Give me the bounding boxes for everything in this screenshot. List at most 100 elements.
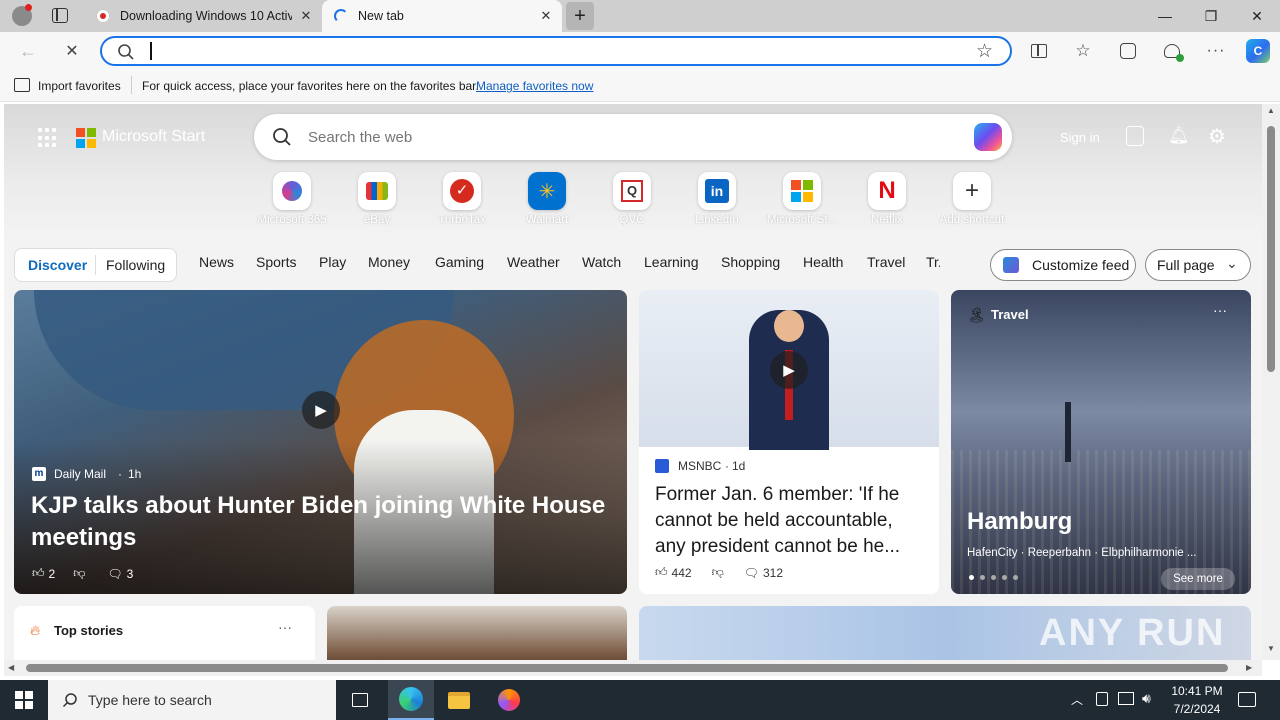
shortcut-microsoft-365[interactable]: Microsoft 365 bbox=[250, 172, 334, 232]
tab-following[interactable]: Following bbox=[106, 257, 165, 273]
file-explorer-icon[interactable] bbox=[436, 680, 482, 720]
rewards-icon[interactable] bbox=[1126, 126, 1144, 146]
clock-date[interactable]: 7/2/2024 bbox=[1170, 702, 1224, 716]
feed-toggle: Discover Following bbox=[14, 248, 177, 282]
favorite-star-icon[interactable]: ☆ bbox=[976, 40, 993, 63]
travel-card[interactable]: 🏝︎ Travel ··· Hamburg HafenCity · Reeper… bbox=[951, 290, 1251, 594]
shortcut-ebay[interactable]: eBay bbox=[335, 172, 419, 232]
brand-name[interactable]: Microsoft Start bbox=[102, 128, 205, 146]
collections-icon[interactable] bbox=[1117, 40, 1139, 62]
favorites-icon[interactable]: ☆ bbox=[1072, 40, 1094, 62]
browser-tab-bar: Downloading Windows 10 Activa ✕ New tab … bbox=[0, 0, 1280, 32]
tab-new-tab[interactable]: New tab ✕ bbox=[322, 0, 562, 32]
profile-avatar-icon[interactable] bbox=[12, 4, 32, 26]
vertical-scrollbar[interactable]: ▲ ▼ bbox=[1262, 104, 1280, 660]
address-input[interactable] bbox=[146, 41, 926, 61]
copilot-icon[interactable]: C bbox=[1246, 39, 1270, 63]
add-shortcut-button[interactable]: + Add shortcut bbox=[930, 172, 1014, 232]
headline[interactable]: KJP talks about Hunter Biden joining Whi… bbox=[31, 490, 611, 554]
shortcut-netflix[interactable]: N Netflix bbox=[845, 172, 929, 232]
comment-count: 312 bbox=[763, 565, 784, 580]
split-screen-icon[interactable] bbox=[1028, 40, 1050, 62]
stop-loading-button[interactable]: ✕ bbox=[61, 40, 83, 62]
play-video-icon[interactable]: ▶ bbox=[302, 391, 340, 429]
network-icon[interactable] bbox=[1118, 692, 1134, 705]
nav-play[interactable]: Play bbox=[319, 254, 346, 270]
action-center-icon[interactable] bbox=[1238, 692, 1256, 707]
edge-taskbar-icon[interactable] bbox=[388, 680, 434, 720]
nav-news[interactable]: News bbox=[199, 254, 234, 270]
notifications-bell-icon[interactable]: 🔔︎ bbox=[1168, 126, 1190, 146]
clock-time[interactable]: 10:41 PM bbox=[1170, 684, 1224, 698]
copilot-icon[interactable] bbox=[974, 123, 1002, 151]
show-hidden-icons-chevron-icon[interactable]: ︿ bbox=[1071, 691, 1083, 708]
new-tab-button[interactable]: + bbox=[566, 2, 594, 30]
close-tab-icon[interactable]: ✕ bbox=[538, 8, 554, 24]
nav-truncated[interactable]: Tr... bbox=[926, 254, 940, 270]
layout-select[interactable]: Full page ⌄ bbox=[1145, 249, 1251, 281]
tab-actions-icon[interactable] bbox=[52, 8, 68, 23]
back-button[interactable]: ← bbox=[17, 40, 39, 62]
taskbar-search-box[interactable]: Type here to search bbox=[48, 680, 336, 720]
close-tab-icon[interactable]: ✕ bbox=[298, 8, 314, 24]
nav-shopping[interactable]: Shopping bbox=[721, 254, 780, 270]
nav-watch[interactable]: Watch bbox=[582, 254, 621, 270]
city-name[interactable]: Hamburg bbox=[967, 508, 1072, 536]
scroll-left-icon[interactable]: ◀ bbox=[8, 663, 14, 672]
scroll-right-icon[interactable]: ▶ bbox=[1246, 663, 1252, 672]
sign-in-link[interactable]: Sign in bbox=[1060, 130, 1100, 145]
nav-gaming[interactable]: Gaming bbox=[435, 254, 484, 270]
volume-icon[interactable]: 🔊︎ bbox=[1142, 690, 1151, 707]
web-search-box[interactable] bbox=[254, 114, 1012, 160]
browser-essentials-icon[interactable] bbox=[1161, 40, 1184, 62]
comment-icon[interactable]: 🗨︎ bbox=[107, 567, 122, 581]
device-icon[interactable] bbox=[1096, 692, 1108, 706]
nav-sports[interactable]: Sports bbox=[256, 254, 296, 270]
task-view-icon[interactable] bbox=[338, 680, 382, 720]
scroll-down-icon[interactable]: ▼ bbox=[1267, 644, 1275, 653]
play-video-icon[interactable]: ▶ bbox=[770, 351, 808, 389]
restore-button[interactable]: ❐ bbox=[1188, 0, 1234, 32]
new-tab-page: Microsoft Start Sign in 🔔︎ ⚙ Microsoft 3… bbox=[4, 104, 1262, 676]
nav-weather[interactable]: Weather bbox=[507, 254, 560, 270]
comment-icon[interactable]: 🗨︎ bbox=[744, 566, 759, 580]
tab-downloading-windows[interactable]: Downloading Windows 10 Activa ✕ bbox=[86, 0, 322, 32]
start-button[interactable] bbox=[0, 680, 48, 720]
headline[interactable]: Former Jan. 6 member: 'If he cannot be h… bbox=[655, 482, 927, 560]
nav-learning[interactable]: Learning bbox=[644, 254, 699, 270]
nav-money[interactable]: Money bbox=[368, 254, 410, 270]
web-search-input[interactable] bbox=[308, 126, 948, 148]
see-more-button[interactable]: See more bbox=[1161, 568, 1235, 590]
nav-health[interactable]: Health bbox=[803, 254, 843, 270]
shortcut-linkedin[interactable]: in LinkedIn bbox=[675, 172, 759, 232]
import-favorites-button[interactable]: Import favorites bbox=[38, 79, 121, 93]
settings-gear-icon[interactable]: ⚙ bbox=[1208, 124, 1226, 149]
shortcut-walmart[interactable]: ✳ Walmart bbox=[505, 172, 589, 232]
app-launcher-icon[interactable] bbox=[38, 128, 58, 148]
address-bar[interactable]: ☆ bbox=[100, 36, 1012, 66]
close-window-button[interactable]: ✕ bbox=[1234, 0, 1280, 32]
scroll-thumb[interactable] bbox=[1267, 126, 1275, 372]
shortcut-turbotax[interactable]: ✓ TurboTax bbox=[420, 172, 504, 232]
scroll-thumb[interactable] bbox=[26, 664, 1228, 672]
more-options-icon[interactable]: ··· bbox=[278, 619, 292, 635]
shortcut-qvc[interactable]: Q QVC bbox=[590, 172, 674, 232]
news-card-msnbc[interactable]: ▶ MSNBC · 1d Former Jan. 6 member: 'If h… bbox=[639, 290, 939, 594]
firefox-icon[interactable] bbox=[486, 680, 532, 720]
scroll-up-icon[interactable]: ▲ bbox=[1267, 106, 1275, 115]
daily-mail-logo-icon: m bbox=[32, 467, 46, 481]
customize-feed-button[interactable]: Customize feed bbox=[990, 249, 1136, 281]
more-menu-icon[interactable]: ··· bbox=[1205, 40, 1227, 62]
tab-discover[interactable]: Discover bbox=[28, 257, 87, 273]
minimize-button[interactable]: — bbox=[1142, 0, 1188, 32]
horizontal-scrollbar[interactable]: ◀ ▶ bbox=[4, 660, 1262, 676]
shortcut-microsoft-store[interactable]: Microsoft St... bbox=[760, 172, 844, 232]
dislike-icon[interactable]: 👎︎ bbox=[73, 566, 85, 581]
manage-favorites-link[interactable]: Manage favorites now bbox=[476, 79, 593, 93]
more-options-icon[interactable]: ··· bbox=[1213, 302, 1227, 318]
like-icon[interactable]: 👍︎ bbox=[655, 565, 668, 580]
like-icon[interactable]: 👍︎ bbox=[32, 566, 45, 581]
dislike-icon[interactable]: 👎︎ bbox=[712, 565, 724, 580]
nav-travel[interactable]: Travel bbox=[867, 254, 905, 270]
news-card-main[interactable]: ▶ m Daily Mail · 1h KJP talks about Hunt… bbox=[14, 290, 627, 594]
